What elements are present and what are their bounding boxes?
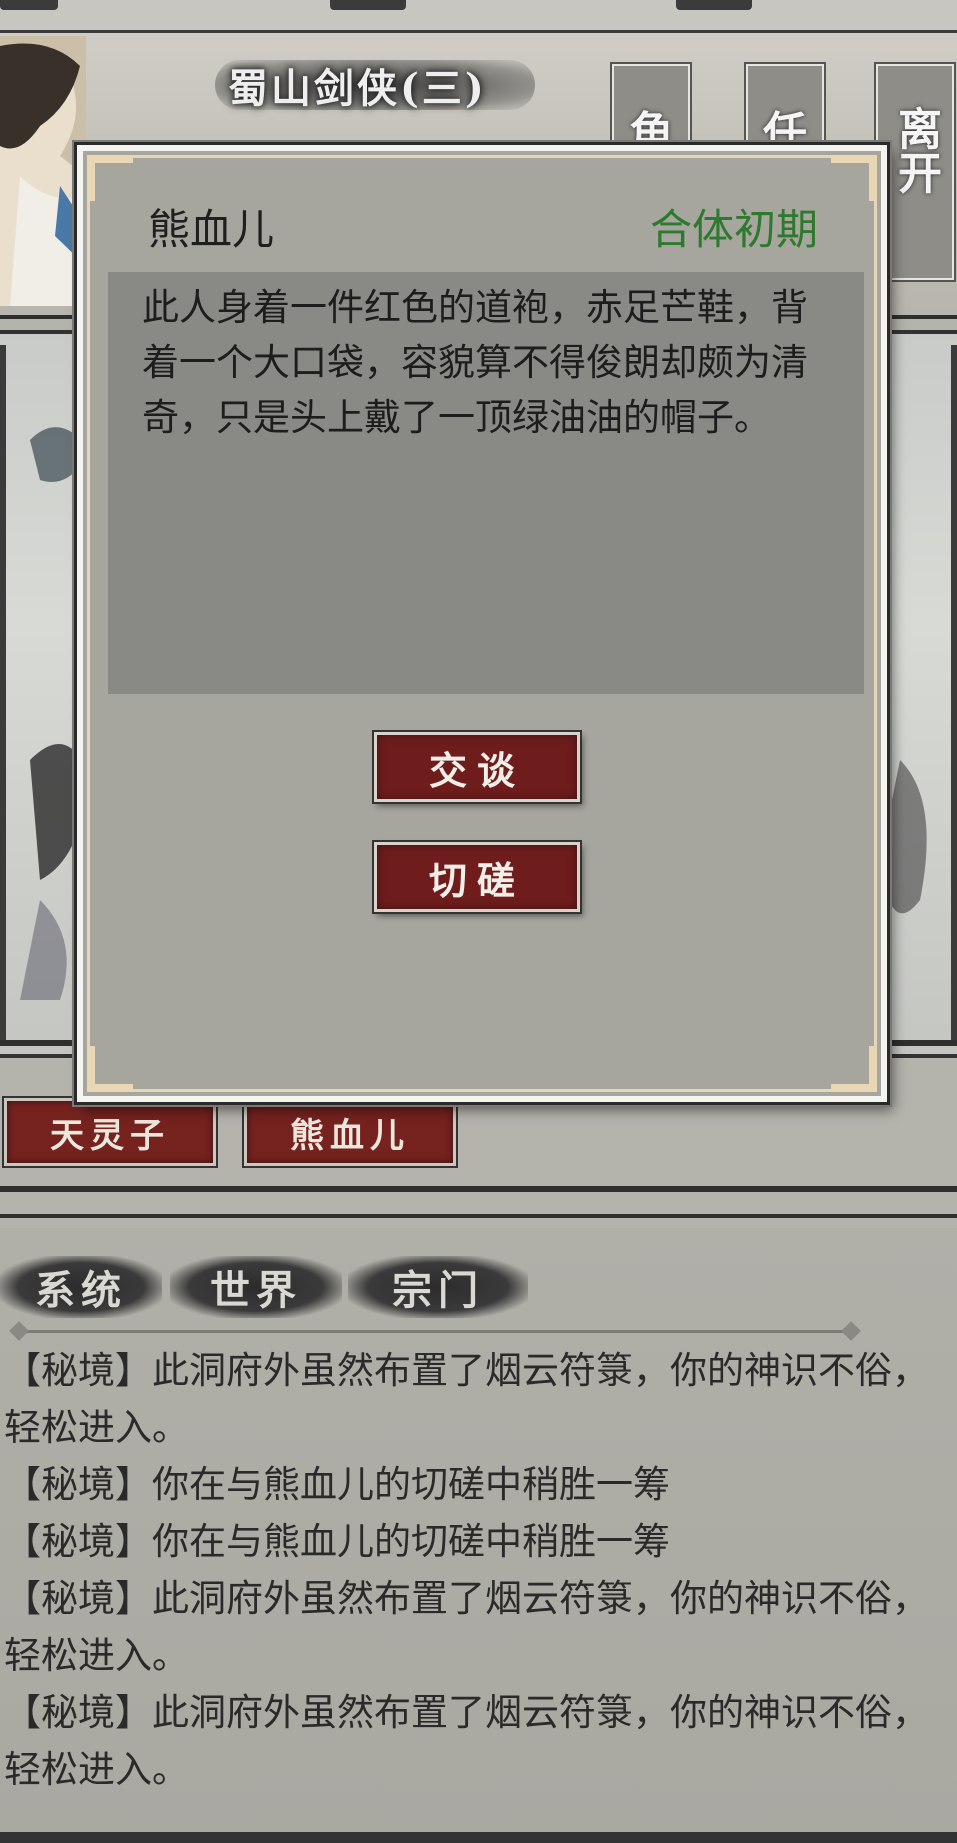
leave-button-label: 离开: [890, 106, 941, 194]
npc-button-label: 天灵子: [50, 1115, 170, 1156]
npc-realm: 合体初期: [650, 205, 819, 254]
leave-button[interactable]: 离开: [874, 62, 956, 282]
tab-sect-label: 宗门: [392, 1267, 484, 1314]
log-entry: 【秘境】你在与熊血儿的切磋中稍胜一筹: [4, 1463, 670, 1506]
npc-button-label: 熊血儿: [290, 1115, 410, 1156]
npc-button-xiongxuer[interactable]: 熊血儿: [242, 1096, 458, 1168]
log-rail: [0, 1214, 957, 1218]
corner-ornament-icon: [87, 1046, 133, 1092]
log-entry: 【秘境】你在与熊血儿的切磋中稍胜一筹: [4, 1520, 670, 1563]
scene-rail-bottom: [0, 1186, 957, 1192]
location-title: 蜀山剑侠(三): [228, 65, 487, 112]
npc-name: 熊血儿: [148, 205, 275, 254]
talk-button[interactable]: 交谈: [372, 730, 582, 804]
corner-ornament-icon: [87, 155, 133, 201]
top-tab-1[interactable]: [0, 0, 58, 10]
log-entry: 【秘境】此洞府外虽然布置了烟云符箓，你的神识不俗，轻松进入。: [4, 1691, 929, 1791]
tab-world-label: 世界: [210, 1267, 302, 1314]
corner-ornament-icon: [831, 155, 877, 201]
tab-system-label: 系统: [35, 1267, 127, 1314]
log-entry: 【秘境】此洞府外虽然布置了烟云符箓，你的神识不俗，轻松进入。: [4, 1349, 929, 1449]
talk-button-label: 交谈: [428, 747, 525, 793]
log-entry: 【秘境】此洞府外虽然布置了烟云符箓，你的神识不俗，轻松进入。: [4, 1577, 929, 1677]
npc-description: 此人身着一件红色的道袍，赤足芒鞋，背着一个大口袋，容貌算不得俊朗却颇为清奇，只是…: [108, 272, 864, 694]
top-nav-strip: [0, 0, 957, 33]
top-tab-2[interactable]: [330, 0, 406, 10]
spar-button[interactable]: 切磋: [372, 840, 582, 914]
log-divider: [18, 1330, 854, 1333]
tab-system[interactable]: 系统: [0, 1256, 162, 1318]
tab-sect[interactable]: 宗门: [348, 1256, 528, 1318]
tab-world[interactable]: 世界: [170, 1256, 342, 1318]
log-list: 【秘境】此洞府外虽然布置了烟云符箓，你的神识不俗，轻松进入。 【秘境】你在与熊血…: [0, 1342, 940, 1798]
npc-button-tianlingzi[interactable]: 天灵子: [2, 1096, 218, 1168]
spar-button-label: 切磋: [428, 857, 525, 903]
bottom-bar: [0, 1832, 957, 1843]
corner-ornament-icon: [831, 1046, 877, 1092]
npc-portrait: [0, 36, 86, 306]
top-tab-3[interactable]: [676, 0, 752, 10]
